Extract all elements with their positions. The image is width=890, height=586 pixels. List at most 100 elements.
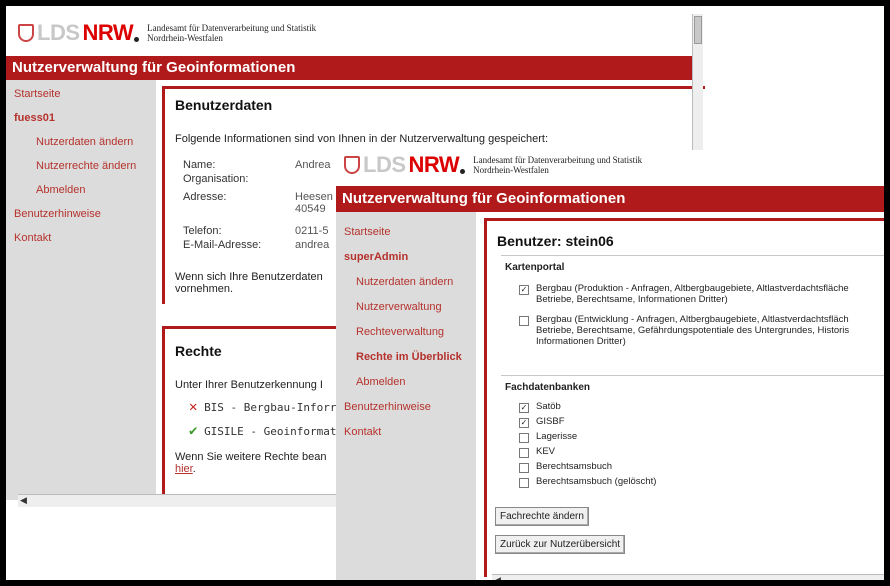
logo-subtitle: Landesamt für Datenverarbeitung und Stat…	[473, 155, 642, 175]
nav-rechte-im-ueberblick[interactable]: Rechte im Überblick	[336, 345, 476, 370]
fachdatenbank-item[interactable]: ✓ Satöb	[519, 401, 884, 413]
nav-benutzerhinweise[interactable]: Benutzerhinweise	[336, 395, 476, 420]
scroll-left-arrow-icon[interactable]: ◀	[20, 496, 27, 506]
nav-user[interactable]: superAdmin	[336, 245, 476, 270]
rechte-item-gisile: ✔ GISILE - Geoinformat	[189, 423, 337, 439]
zurueck-nutzeruebersicht-button[interactable]: Zurück zur Nutzerübersicht	[495, 535, 626, 554]
rechte-note-period: .	[192, 463, 196, 475]
nav-nutzerrechte-aendern[interactable]: Nutzerrechte ändern	[6, 154, 156, 178]
fachdatenbank-item[interactable]: Berechtsamsbuch	[519, 461, 884, 473]
nav-nutzerdaten-aendern[interactable]: Nutzerdaten ändern	[336, 270, 476, 295]
name-label: Name:	[183, 159, 216, 171]
kartenportal-item-entwicklung-label: Bergbau (Entwicklung - Anfragen, Altberg…	[536, 314, 849, 347]
logo-nrw-text: NRW	[82, 20, 134, 45]
scrollbar-thumb[interactable]	[694, 16, 702, 44]
checkbox-unchecked[interactable]	[519, 316, 529, 326]
kartenportal-item-entwicklung[interactable]: Bergbau (Entwicklung - Anfragen, Altberg…	[519, 314, 884, 347]
crest-icon	[18, 24, 34, 42]
lds-nrw-logo: LDS NRW Landesamt für Datenverarbeitung …	[18, 20, 316, 46]
app-title-front: Nutzerverwaltung für Geoinformationen	[336, 186, 884, 212]
sidebar: Startseite fuess01 Nutzerdaten ändern Nu…	[6, 80, 156, 500]
rechte-item-bis-label: BIS - Bergbau-Inforr	[204, 401, 337, 414]
rechte-link-hier[interactable]: hier	[175, 463, 193, 475]
checkbox-checked[interactable]: ✓	[519, 403, 529, 413]
adresse-label: Adresse:	[183, 191, 227, 203]
fachdatenbank-item-label: Berechtsamsbuch (gelöscht)	[536, 476, 657, 487]
horizontal-scrollbar-front[interactable]: ◀	[492, 574, 884, 580]
benutzerdaten-note: Wenn sich Ihre Benutzerdaten vornehmen.	[175, 271, 323, 295]
fachdatenbank-item[interactable]: ✓ GISBF	[519, 416, 884, 428]
fachdatenbanken-list: ✓ Satöb ✓ GISBF Lagerisse KEV Berechtsamsbuch B…	[501, 401, 884, 488]
checkbox-checked[interactable]: ✓	[519, 285, 529, 295]
logo-lds-text: LDS	[37, 20, 80, 45]
checkbox-unchecked[interactable]	[519, 448, 529, 458]
fachdatenbanken-title: Fachdatenbanken	[505, 382, 591, 393]
checkbox-unchecked[interactable]	[519, 433, 529, 443]
logo-subtitle-line1: Landesamt für Datenverarbeitung und Stat…	[473, 155, 643, 165]
kartenportal-item-produktion-label: Bergbau (Produktion - Anfragen, Altbergb…	[536, 283, 849, 305]
check-icon: ✔	[189, 423, 198, 439]
lds-nrw-logo-front: LDS NRW Landesamt für Datenverarbeitung …	[344, 152, 642, 178]
telefon-value: 0211-5	[295, 225, 329, 237]
nav-kontakt[interactable]: Kontakt	[336, 420, 476, 445]
produktion-line-1: Bergbau (Produktion - Anfragen, Altbergb…	[536, 283, 849, 294]
fachdatenbanken-section: Fachdatenbanken ✓ Satöb ✓ GISBF Lagerisse KEV…	[501, 375, 884, 488]
nav-rechteverwaltung[interactable]: Rechteverwaltung	[336, 320, 476, 345]
rechte-note-line: Wenn Sie weitere Rechte bean	[175, 451, 327, 463]
note-line-2: vornehmen.	[175, 283, 234, 295]
fachdatenbank-item[interactable]: Lagerisse	[519, 431, 884, 443]
nav-nutzerverwaltung[interactable]: Nutzerverwaltung	[336, 295, 476, 320]
sidebar-front: Startseite superAdmin Nutzerdaten ändern…	[336, 212, 476, 580]
entwicklung-line-2: Betriebe, Berechtsame, Gefährdungspotent…	[536, 325, 850, 336]
fachrechte-aendern-button[interactable]: Fachrechte ändern	[495, 507, 589, 526]
benutzerdaten-intro: Folgende Informationen sind von Ihnen in…	[175, 133, 549, 145]
name-value: Andrea	[295, 159, 331, 171]
cross-icon: ✕	[189, 399, 198, 415]
benutzerdaten-title: Benutzerdaten	[175, 97, 273, 113]
rechte-item-gisile-label: GISILE - Geoinformat	[204, 425, 337, 438]
screenshot-frame: LDS NRW Landesamt für Datenverarbeitung …	[6, 6, 884, 580]
telefon-label: Telefon:	[183, 225, 222, 237]
nav-abmelden[interactable]: Abmelden	[6, 178, 156, 202]
app-title: Nutzerverwaltung für Geoinformationen	[6, 56, 696, 80]
organisation-label: Organisation:	[183, 173, 249, 185]
fachdatenbank-item[interactable]: Berechtsamsbuch (gelöscht)	[519, 476, 884, 488]
scroll-left-arrow-icon[interactable]: ◀	[494, 576, 501, 580]
nav-abmelden[interactable]: Abmelden	[336, 370, 476, 395]
logo-subtitle: Landesamt für Datenverarbeitung und Stat…	[147, 23, 316, 43]
fachdatenbank-item-label: GISBF	[536, 416, 565, 427]
benutzer-title: Benutzer: stein06	[497, 233, 614, 249]
nav-startseite[interactable]: Startseite	[336, 220, 476, 245]
produktion-line-2: Betriebe, Berechtsame, Informationen Dri…	[536, 294, 728, 305]
email-label: E-Mail-Adresse:	[183, 239, 262, 251]
nav-startseite[interactable]: Startseite	[6, 82, 156, 106]
crest-icon	[344, 156, 360, 174]
fachdatenbank-item[interactable]: KEV	[519, 446, 884, 458]
rechte-item-bis: ✕ BIS - Bergbau-Inforr	[189, 399, 337, 415]
kartenportal-item-produktion[interactable]: ✓ Bergbau (Produktion - Anfragen, Altber…	[519, 283, 884, 305]
fachdatenbank-item-label: KEV	[536, 446, 556, 457]
nav-benutzerhinweise[interactable]: Benutzerhinweise	[6, 202, 156, 226]
benutzer-panel: Benutzer: stein06 Kartenportal ✓ Bergbau…	[484, 218, 884, 577]
logo-lds-text: LDS	[363, 152, 406, 177]
logo-dot-icon	[460, 168, 466, 174]
entwicklung-line-1: Bergbau (Entwicklung - Anfragen, Altberg…	[536, 314, 849, 325]
nav-nutzerdaten-aendern[interactable]: Nutzerdaten ändern	[6, 130, 156, 154]
note-line-1: Wenn sich Ihre Benutzerdaten	[175, 271, 323, 283]
checkbox-unchecked[interactable]	[519, 463, 529, 473]
nav-kontakt[interactable]: Kontakt	[6, 226, 156, 250]
adresse-value-2: 40549	[295, 203, 326, 215]
fachdatenbank-item-label: Satöb	[536, 401, 561, 412]
rechte-intro: Unter Ihrer Benutzerkennung I	[175, 379, 323, 391]
email-value: andrea	[295, 239, 330, 251]
nav-user[interactable]: fuess01	[6, 106, 156, 130]
adresse-value-1: Heesen	[295, 191, 333, 203]
kartenportal-title: Kartenportal	[505, 262, 565, 273]
fachdatenbank-item-label: Berechtsamsbuch	[536, 461, 613, 472]
rechte-note: Wenn Sie weitere Rechte bean hier.	[175, 451, 326, 475]
kartenportal-section: Kartenportal ✓ Bergbau (Produktion - Anf…	[501, 255, 884, 360]
checkbox-checked[interactable]: ✓	[519, 418, 529, 428]
entwicklung-line-3: Informationen Dritter)	[536, 336, 626, 347]
logo-subtitle-line2: Nordrhein-Westfalen	[147, 33, 223, 43]
checkbox-unchecked[interactable]	[519, 478, 529, 488]
